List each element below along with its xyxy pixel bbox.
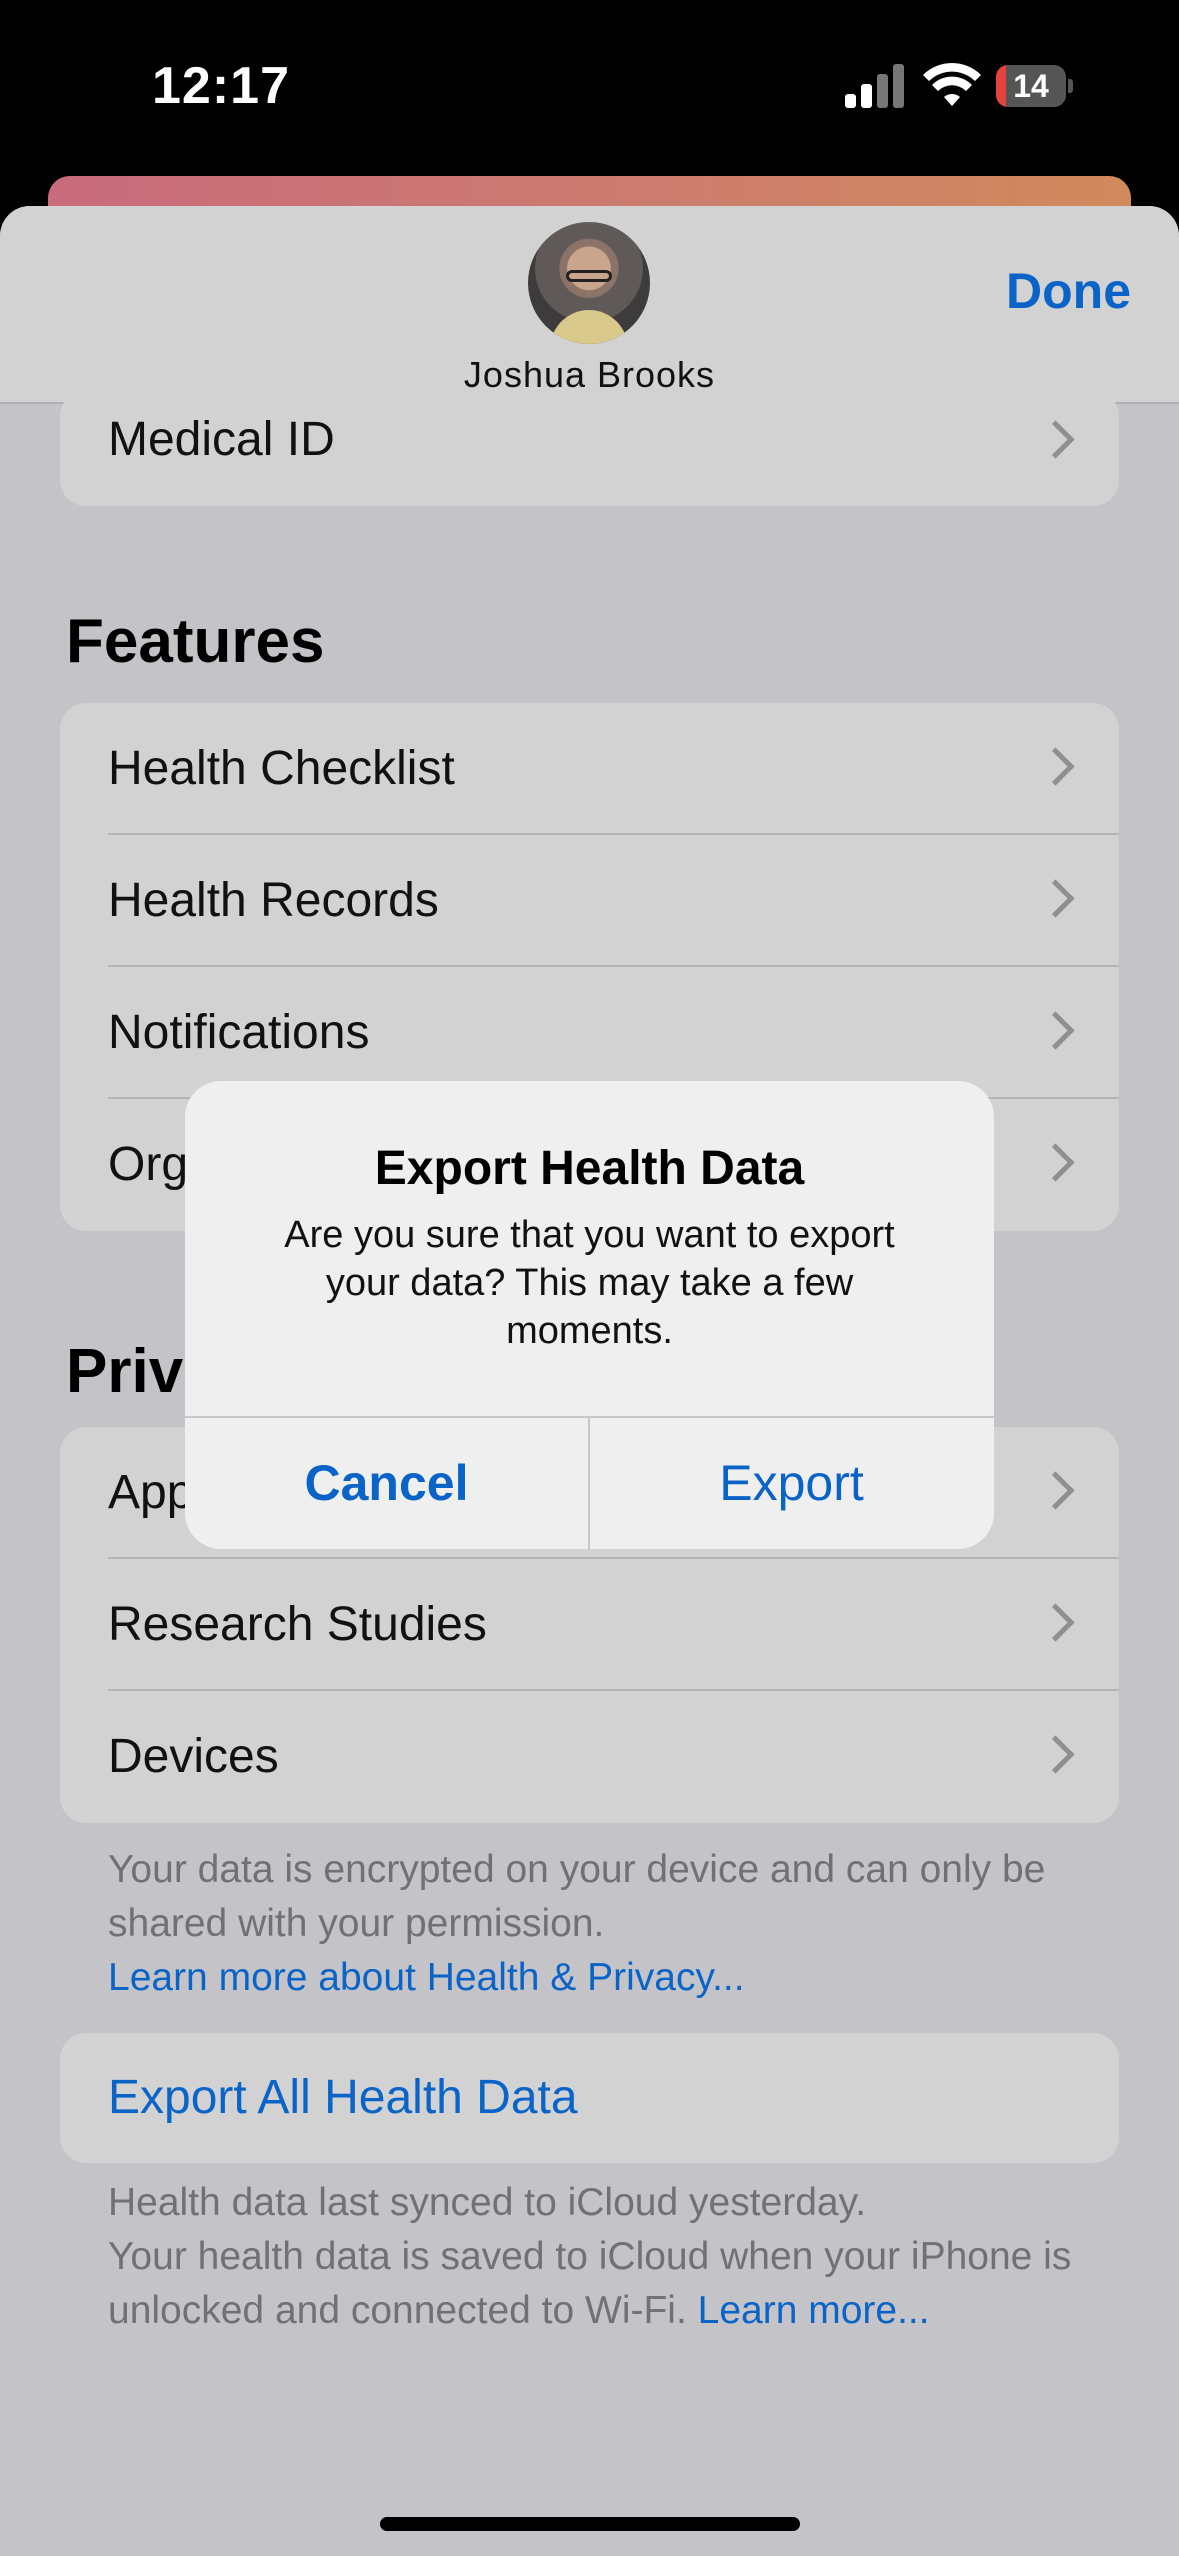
- privacy-learn-more-link[interactable]: Learn more about Health & Privacy...: [108, 1956, 745, 1999]
- battery-icon: 14: [996, 65, 1073, 107]
- privacy-note-text: Your data is encrypted on your device an…: [108, 1848, 1046, 1945]
- chevron-right-icon: [1036, 420, 1075, 459]
- chevron-right-icon: [1036, 1143, 1075, 1182]
- notifications-row[interactable]: Notifications: [60, 967, 1119, 1099]
- avatar: [528, 222, 650, 344]
- cellular-signal-icon: [845, 64, 905, 108]
- devices-label: Devices: [108, 1730, 279, 1783]
- alert-message: Are you sure that you want to export you…: [284, 1214, 895, 1352]
- export-button[interactable]: Export: [590, 1417, 993, 1549]
- research-studies-row[interactable]: Research Studies: [60, 1559, 1119, 1691]
- health-records-row[interactable]: Health Records: [60, 835, 1119, 967]
- icloud-learn-more-link[interactable]: Learn more...: [698, 2289, 930, 2332]
- chevron-right-icon: [1036, 747, 1075, 786]
- privacy-note: Your data is encrypted on your device an…: [108, 1843, 1108, 2005]
- battery-level: 14: [1013, 68, 1049, 104]
- health-records-label: Health Records: [108, 874, 439, 927]
- health-checklist-row[interactable]: Health Checklist: [60, 703, 1119, 835]
- features-title: Features: [66, 607, 325, 676]
- chevron-right-icon: [1036, 879, 1075, 918]
- status-bar: 12:17 14: [0, 0, 1179, 175]
- health-checklist-label: Health Checklist: [108, 742, 455, 795]
- export-all-row[interactable]: Export All Health Data: [60, 2033, 1119, 2163]
- chevron-right-icon: [1036, 1011, 1075, 1050]
- research-studies-label: Research Studies: [108, 1598, 487, 1651]
- export-note: Health data last synced to iCloud yester…: [108, 2176, 1108, 2338]
- chevron-right-icon: [1036, 1735, 1075, 1774]
- notifications-label: Notifications: [108, 1006, 370, 1059]
- sync-status-text: Health data last synced to iCloud yester…: [108, 2181, 867, 2224]
- cancel-button[interactable]: Cancel: [185, 1417, 588, 1549]
- done-button[interactable]: Done: [1006, 262, 1131, 320]
- chevron-right-icon: [1036, 1603, 1075, 1642]
- sheet-header: Joshua Brooks Done: [0, 206, 1179, 404]
- export-all-health-data-button[interactable]: Export All Health Data: [108, 2033, 578, 2163]
- wifi-icon: [923, 62, 981, 106]
- export-group: Export All Health Data: [60, 2033, 1119, 2163]
- devices-row[interactable]: Devices: [60, 1691, 1119, 1823]
- status-time: 12:17: [152, 57, 290, 115]
- medical-id-group: Medical ID: [60, 390, 1119, 506]
- privacy-title: Priv: [66, 1337, 184, 1406]
- apps-label: App: [108, 1466, 194, 1519]
- alert-title: Export Health Data: [374, 1142, 805, 1195]
- organ-donation-label: Org: [108, 1138, 189, 1191]
- medical-id-row[interactable]: Medical ID: [60, 390, 1119, 498]
- home-indicator[interactable]: [380, 2517, 800, 2531]
- medical-id-label: Medical ID: [108, 413, 335, 466]
- chevron-right-icon: [1036, 1471, 1075, 1510]
- export-alert-dialog: Export Health Data Are you sure that you…: [185, 1081, 994, 1549]
